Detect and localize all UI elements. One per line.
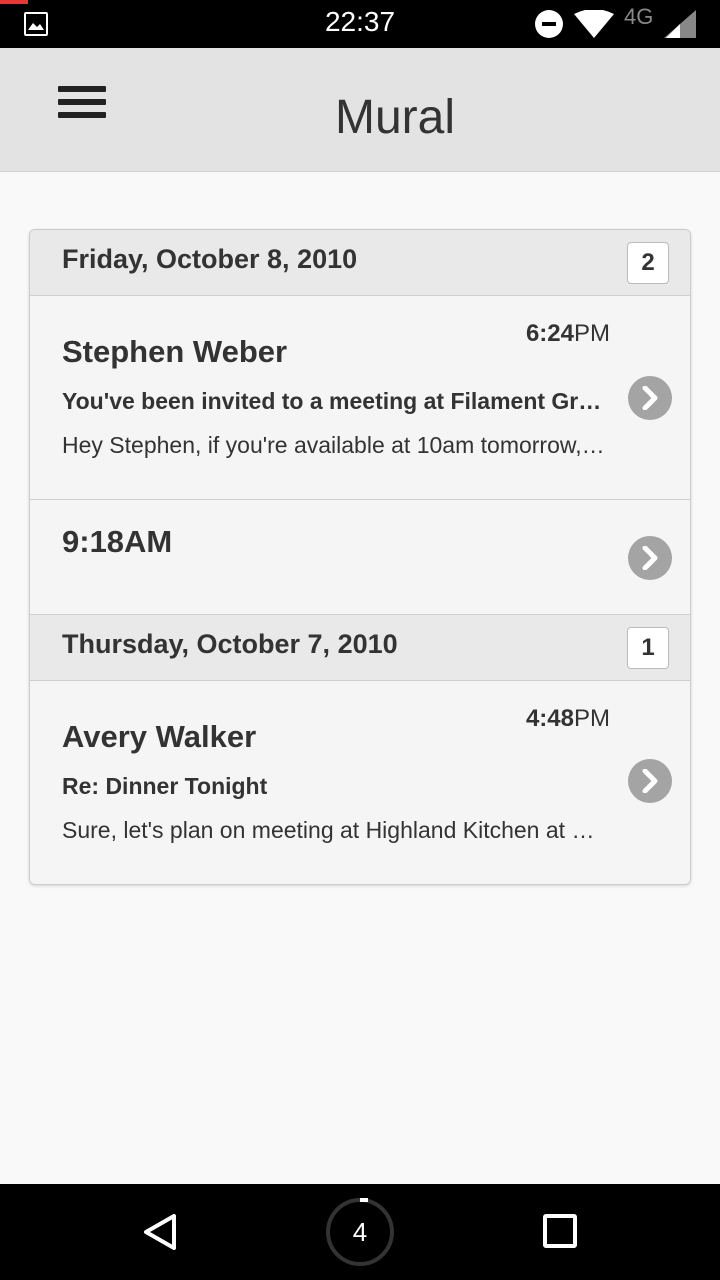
list-item[interactable]: Avery Walker 4:48PM Re: Dinner Tonight S… [30, 681, 690, 884]
do-not-disturb-icon [535, 10, 563, 38]
date-divider-label: Thursday, October 7, 2010 [62, 629, 398, 659]
status-bar: 22:37 4G [0, 0, 720, 48]
chevron-right-icon[interactable] [628, 536, 672, 580]
network-type-label: 4G [624, 4, 654, 29]
message-subject: You've been invited to a meeting at Fila… [62, 388, 602, 414]
message-time: 4:48PM [525, 705, 610, 732]
notification-accent [0, 0, 28, 4]
message-time: 9:18AM [62, 524, 173, 559]
system-nav-bar: 4 [0, 1184, 720, 1280]
count-badge: 2 [627, 242, 669, 284]
sender-name: Stephen Weber [62, 334, 288, 369]
message-list: Friday, October 8, 2010 2 Stephen Weber … [29, 229, 691, 885]
message-subject: Re: Dinner Tonight [62, 773, 268, 799]
chevron-right-icon[interactable] [628, 376, 672, 420]
message-preview: Sure, let's plan on meeting at Highland … [62, 817, 607, 843]
recents-icon[interactable] [543, 1214, 577, 1248]
list-item[interactable]: Stephen Weber 6:24PM You've been invited… [30, 296, 690, 500]
count-badge: 1 [627, 627, 669, 669]
message-preview: Hey Stephen, if you're available at 10am… [62, 432, 607, 458]
home-icon[interactable]: 4 [326, 1198, 394, 1266]
message-time: 6:24PM [525, 320, 610, 347]
page-title: Mural [334, 91, 456, 144]
date-divider: Friday, October 8, 2010 2 [30, 230, 690, 296]
wifi-icon [574, 10, 614, 38]
date-divider: Thursday, October 7, 2010 1 [30, 615, 690, 681]
chevron-right-icon[interactable] [628, 759, 672, 803]
app-header: Mural [0, 48, 720, 172]
signal-icon [664, 10, 696, 38]
date-divider-label: Friday, October 8, 2010 [62, 244, 358, 274]
back-icon[interactable] [140, 1212, 180, 1252]
sender-name: Avery Walker [62, 719, 257, 754]
list-item[interactable]: 9:18AM [30, 500, 690, 615]
